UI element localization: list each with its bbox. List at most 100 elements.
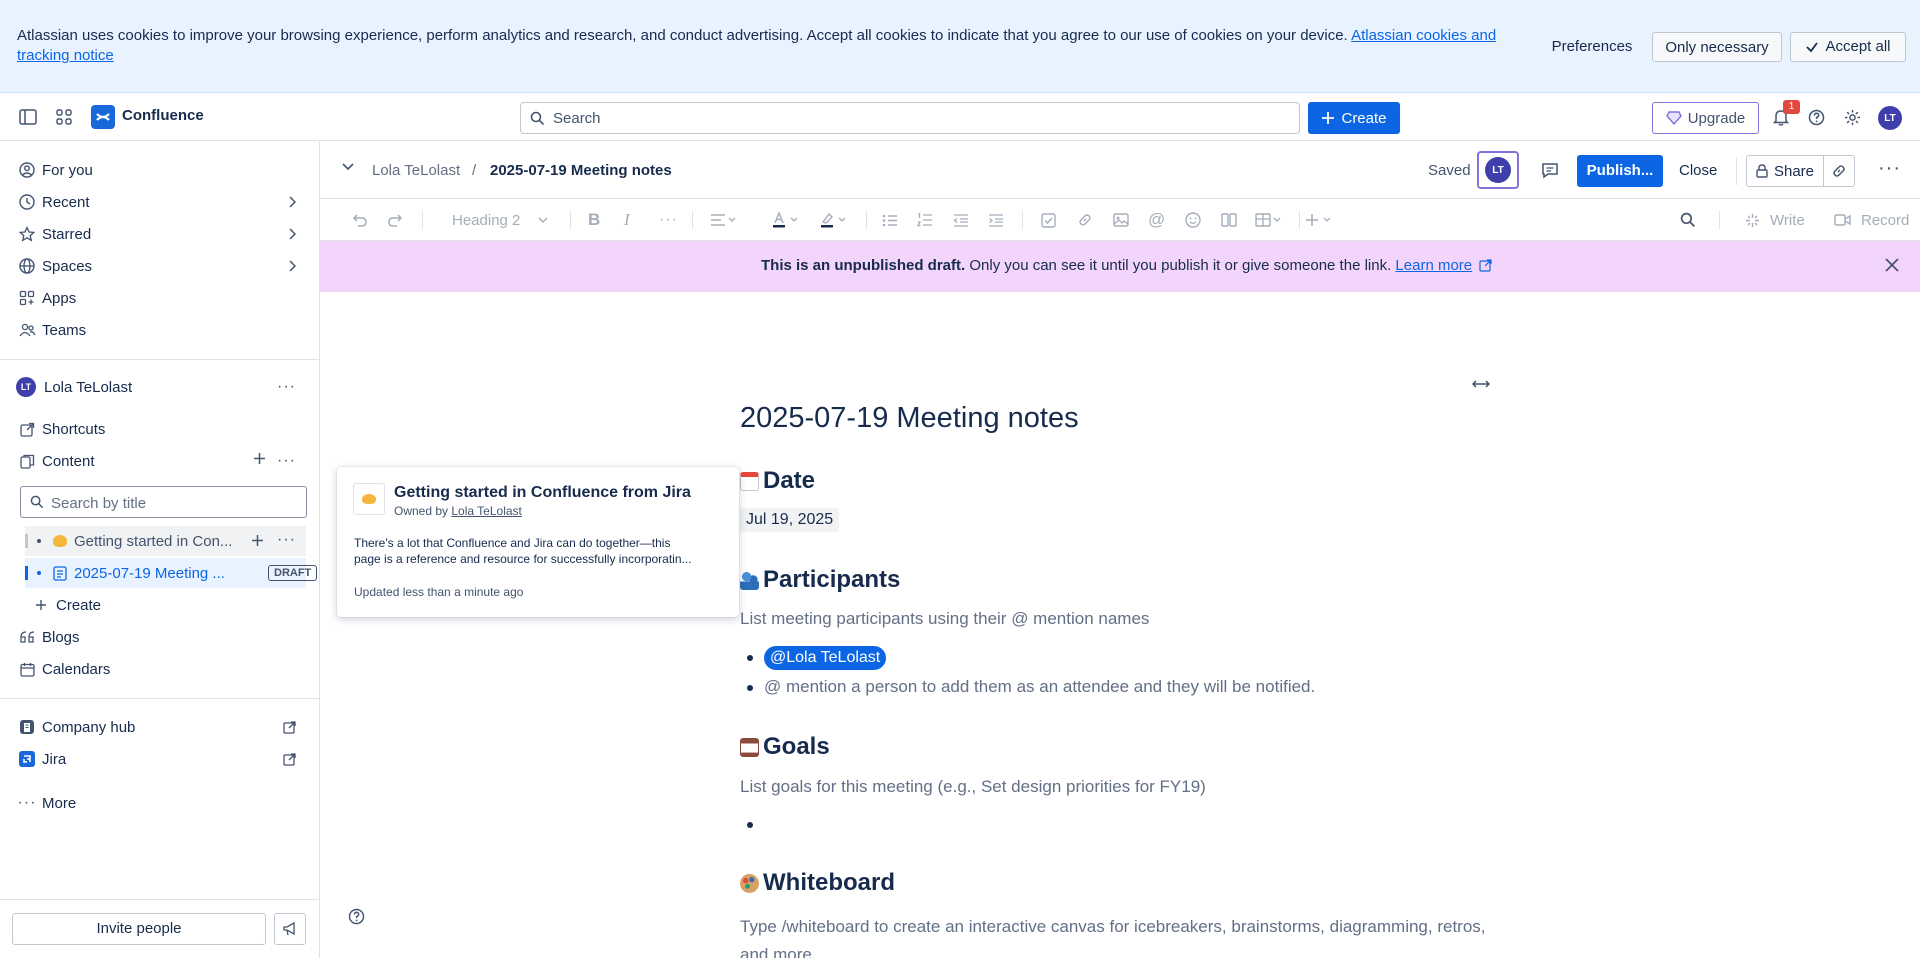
add-child-icon[interactable] <box>251 534 264 547</box>
collaborator-avatar[interactable]: LT <box>1477 151 1519 189</box>
undo-icon[interactable] <box>352 210 368 230</box>
settings-gear-icon[interactable] <box>1838 103 1866 131</box>
full-width-toggle-icon[interactable] <box>1472 378 1490 390</box>
page-title[interactable]: 2025-07-19 Meeting notes <box>740 402 1079 435</box>
card-excerpt: There's a lot that Confluence and Jira c… <box>354 536 692 566</box>
goals-heading[interactable]: Goals <box>740 733 830 761</box>
owner-link[interactable]: Lola TeLolast <box>451 504 522 518</box>
more-options-icon[interactable]: ··· <box>277 378 296 396</box>
whiteboard-hint[interactable]: Type /whiteboard to create an interactiv… <box>740 913 1486 958</box>
check-icon <box>1806 42 1819 53</box>
close-icon[interactable] <box>1885 258 1899 272</box>
emoji-icon[interactable] <box>1185 210 1201 230</box>
invite-people-button[interactable]: Invite people <box>12 913 266 945</box>
sidebar-item-apps[interactable]: Apps <box>12 284 306 312</box>
text-style-dropdown[interactable]: Heading 2 <box>452 210 548 230</box>
sidebar-item-shortcuts[interactable]: Shortcuts <box>12 415 306 443</box>
share-button[interactable]: Share <box>1746 155 1824 187</box>
user-avatar[interactable]: LT <box>1878 106 1902 130</box>
comment-icon[interactable] <box>1541 162 1559 179</box>
search-by-title-input[interactable]: Search by title <box>20 486 307 518</box>
video-camera-icon <box>1834 214 1851 226</box>
space-header[interactable]: LT Lola TeLolast ··· <box>12 373 306 401</box>
breadcrumb-space[interactable]: Lola TeLolast <box>372 162 460 179</box>
lock-icon <box>1756 164 1768 178</box>
user-mention-chip[interactable]: @Lola TeLolast <box>764 646 887 670</box>
cookie-banner: Atlassian uses cookies to improve your b… <box>0 0 1920 93</box>
outdent-icon[interactable] <box>953 210 969 230</box>
sidebar-item-starred[interactable]: Starred <box>12 220 306 248</box>
breadcrumb-page[interactable]: 2025-07-19 Meeting notes <box>490 162 672 179</box>
layout-columns-icon[interactable] <box>1221 210 1237 230</box>
upgrade-button[interactable]: Upgrade <box>1652 102 1759 134</box>
numbered-list-icon[interactable] <box>917 210 933 230</box>
sidebar-item-more[interactable]: ··· More <box>12 789 306 817</box>
record-button[interactable]: Record <box>1834 210 1909 230</box>
sidebar-item-content[interactable]: Content ··· <box>12 447 306 475</box>
tree-item-meeting-notes[interactable]: 2025-07-19 Meeting ... DRAFT <box>25 558 318 588</box>
italic-icon[interactable]: I <box>624 210 630 230</box>
close-button[interactable]: Close <box>1679 162 1717 179</box>
page-preview-card[interactable]: Getting started in Confluence from Jira … <box>337 467 739 617</box>
date-heading[interactable]: Date <box>740 467 815 495</box>
highlight-icon[interactable] <box>820 210 848 230</box>
date-chip[interactable]: Jul 19, 2025 <box>740 508 840 532</box>
whiteboard-heading[interactable]: Whiteboard <box>740 869 895 897</box>
brand-name[interactable]: Confluence <box>122 107 204 124</box>
sidebar-item-spaces[interactable]: Spaces <box>12 252 306 280</box>
list-bullet <box>747 655 753 661</box>
sidebar-item-blogs[interactable]: Blogs <box>12 623 306 651</box>
table-icon[interactable] <box>1255 210 1283 230</box>
insert-plus-icon[interactable] <box>1305 210 1335 230</box>
image-icon[interactable] <box>1113 210 1129 230</box>
more-formatting-icon[interactable]: ··· <box>659 210 678 230</box>
ai-write-button[interactable]: Write <box>1745 210 1805 230</box>
publish-button[interactable]: Publish... <box>1577 155 1663 187</box>
add-content-icon[interactable] <box>253 452 266 465</box>
sidebar-item-jira[interactable]: Jira <box>12 745 306 773</box>
sidebar: For you Recent Starred Spaces Apps Teams… <box>0 141 320 958</box>
only-necessary-button[interactable]: Only necessary <box>1652 32 1782 62</box>
sidebar-item-teams[interactable]: Teams <box>12 316 306 344</box>
more-actions-icon[interactable]: ··· <box>1878 157 1901 180</box>
tree-item-getting-started[interactable]: Getting started in Con... ··· <box>25 526 306 556</box>
app-switcher-icon[interactable] <box>50 103 78 131</box>
tree-create-button[interactable]: Create <box>25 590 306 620</box>
indent-icon[interactable] <box>988 210 1004 230</box>
feedback-megaphone-icon[interactable] <box>274 913 306 945</box>
bullet-list-icon[interactable] <box>882 210 898 230</box>
bold-icon[interactable]: B <box>588 210 600 230</box>
participants-bullet-text[interactable]: @ mention a person to add them as an att… <box>764 677 1315 697</box>
alignment-icon[interactable] <box>710 210 736 230</box>
more-options-icon[interactable]: ··· <box>277 452 296 470</box>
participants-heading[interactable]: Participants <box>740 566 900 594</box>
mention-icon[interactable]: @ <box>1148 210 1165 230</box>
search-input[interactable]: Search <box>520 102 1300 134</box>
find-search-icon[interactable] <box>1680 210 1696 230</box>
sidebar-item-company-hub[interactable]: Company hub <box>12 713 306 741</box>
goals-hint[interactable]: List goals for this meeting (e.g., Set d… <box>740 777 1206 797</box>
confluence-logo-icon[interactable] <box>91 105 115 129</box>
bullet-icon <box>37 539 41 543</box>
preferences-button[interactable]: Preferences <box>1540 32 1644 62</box>
calendar-icon <box>12 662 42 677</box>
sidebar-item-recent[interactable]: Recent <box>12 188 306 216</box>
chevron-down-icon[interactable] <box>342 163 354 171</box>
card-title[interactable]: Getting started in Confluence from Jira <box>394 484 691 502</box>
help-icon[interactable] <box>1802 103 1830 131</box>
sidebar-item-calendars[interactable]: Calendars <box>12 655 306 683</box>
create-button[interactable]: Create <box>1308 102 1400 134</box>
task-checkbox-icon[interactable] <box>1041 210 1056 230</box>
link-icon[interactable] <box>1077 210 1093 230</box>
text-color-icon[interactable] <box>772 210 800 230</box>
participants-hint[interactable]: List meeting participants using their @ … <box>740 609 1149 629</box>
sidebar-item-for-you[interactable]: For you <box>12 156 306 184</box>
help-circle-icon[interactable] <box>348 908 365 925</box>
copy-link-icon[interactable] <box>1823 155 1855 187</box>
learn-more-link[interactable]: Learn more <box>1395 257 1472 274</box>
sidebar-toggle-icon[interactable] <box>14 103 42 131</box>
more-options-icon[interactable]: ··· <box>277 531 296 549</box>
accept-all-button[interactable]: Accept all <box>1790 32 1906 62</box>
person-circle-icon <box>12 162 42 178</box>
redo-icon[interactable] <box>387 210 403 230</box>
